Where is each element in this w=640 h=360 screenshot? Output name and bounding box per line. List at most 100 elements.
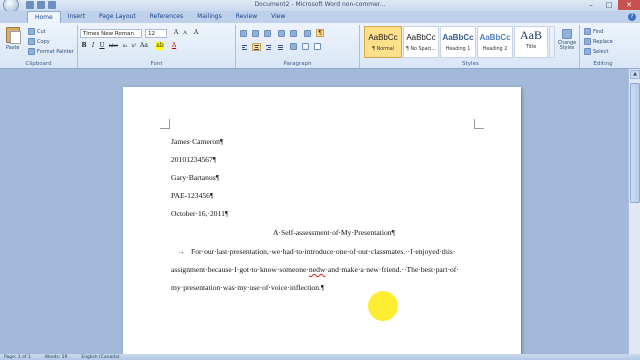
styles-scroll[interactable]	[549, 26, 555, 58]
help-icon[interactable]: ?	[628, 13, 636, 21]
tab-page-layout[interactable]: Page Layout	[92, 11, 143, 23]
ribbon: Paste Cut Copy Format Painter Clipboard …	[0, 23, 640, 69]
underline-icon[interactable]: U	[98, 42, 106, 50]
multilevel-list-icon[interactable]	[264, 30, 271, 37]
line-spacing-icon[interactable]	[290, 43, 297, 50]
student-id-line[interactable]: 20101234567¶	[171, 155, 216, 164]
change-styles-icon	[562, 29, 572, 39]
copy-icon	[28, 38, 35, 45]
date-line[interactable]: October·16,·2011¶	[171, 209, 228, 218]
scissors-icon	[28, 28, 35, 35]
paragraph-line-1-text: For·our·last·presentation,·we·had·to·int…	[191, 247, 456, 256]
find-label: Find	[593, 28, 604, 35]
change-case-icon[interactable]: Aa	[140, 42, 148, 50]
find-button[interactable]: Find	[584, 28, 603, 35]
italic-icon[interactable]: I	[89, 42, 97, 50]
scroll-thumb[interactable]	[630, 83, 640, 203]
binoculars-icon	[584, 28, 591, 35]
decrease-indent-icon[interactable]	[278, 30, 285, 37]
justify-icon[interactable]	[276, 43, 285, 51]
align-center-icon[interactable]	[252, 43, 261, 51]
instructor-line[interactable]: Gary·Bartanus¶	[171, 173, 219, 182]
document-area: James·Cameron¶ 20101234567¶ Gary·Bartanu…	[0, 69, 628, 357]
minimize-button[interactable]: –	[582, 0, 600, 10]
paragraph-line-1[interactable]: → For·our·last·presentation,·we·had·to·in…	[171, 247, 455, 256]
superscript-icon[interactable]: x²	[130, 42, 138, 50]
select-button[interactable]: Select	[584, 48, 608, 55]
paste-button[interactable]: Paste	[6, 45, 20, 51]
align-right-icon[interactable]	[264, 43, 273, 51]
tab-arrow-icon: →	[177, 247, 185, 256]
subscript-icon[interactable]: x₂	[121, 42, 129, 50]
word-count[interactable]: Words: 59	[45, 355, 68, 360]
style-title-sample: AaB	[520, 28, 542, 42]
paragraph-group-label: Paragraph	[283, 61, 312, 67]
style-no-spacing-sample: AaBbCc	[406, 33, 436, 42]
tab-view[interactable]: View	[264, 11, 292, 23]
shrink-font-icon[interactable]: A	[181, 29, 189, 37]
font-size-dropdown[interactable]: 12	[145, 29, 167, 38]
cursor-highlight	[368, 291, 398, 321]
tab-review[interactable]: Review	[229, 11, 264, 23]
show-marks-icon[interactable]: ¶	[316, 29, 324, 37]
replace-icon	[584, 38, 591, 45]
shading-icon[interactable]	[302, 43, 309, 50]
page-count[interactable]: Page: 1 of 1	[4, 355, 31, 360]
cut-button[interactable]: Cut	[28, 28, 46, 35]
scroll-up-button[interactable]: ▲	[630, 70, 640, 79]
font-color-icon[interactable]: A	[170, 42, 178, 50]
format-painter-label: Format Painter	[37, 48, 74, 55]
tab-home[interactable]: Home	[27, 11, 61, 23]
increase-indent-icon[interactable]	[290, 30, 297, 37]
style-no-spacing[interactable]: AaBbCc ¶ No Spaci...	[403, 26, 439, 58]
grow-font-icon[interactable]: A	[172, 29, 180, 37]
language-indicator[interactable]: English (Canada)	[81, 355, 119, 360]
window-title: Document2 - Microsoft Word non-commer...	[254, 1, 386, 8]
misspelled-word[interactable]: nedw	[309, 265, 325, 274]
paragraph-line-3[interactable]: my·presentation·was·my·use·of·voice·infl…	[171, 283, 324, 292]
paragraph-line-2[interactable]: assignment·because·I·got·to·know·someone…	[171, 265, 459, 274]
close-button[interactable]: ✕	[618, 0, 640, 10]
style-heading-1-name: Heading 1	[445, 47, 471, 52]
editing-group-label: Editing	[593, 61, 613, 67]
window-controls: – □ ✕	[582, 0, 640, 10]
select-icon	[584, 48, 591, 55]
crop-mark-top-left	[160, 119, 170, 129]
sort-icon[interactable]	[304, 30, 311, 37]
bold-icon[interactable]: B	[80, 42, 88, 50]
document-page[interactable]: James·Cameron¶ 20101234567¶ Gary·Bartanu…	[123, 87, 521, 357]
tab-insert[interactable]: Insert	[61, 11, 92, 23]
copy-label: Copy	[37, 38, 50, 45]
align-left-icon[interactable]	[240, 43, 249, 51]
font-group-label: Font	[150, 61, 163, 67]
replace-button[interactable]: Replace	[584, 38, 613, 45]
tab-references[interactable]: References	[143, 11, 190, 23]
highlight-color-icon[interactable]: ab	[156, 42, 164, 50]
paragraph-line-2-text-b: ·and·make·a·new·friend.··The·best·part·o…	[325, 265, 459, 274]
style-title[interactable]: AaB Title	[514, 26, 548, 58]
vertical-scrollbar[interactable]: ▲	[628, 69, 640, 354]
style-heading-2[interactable]: AaBbCc Heading 2	[477, 26, 513, 58]
numbering-icon[interactable]	[252, 30, 259, 37]
maximize-button[interactable]: □	[600, 0, 618, 10]
font-name-dropdown[interactable]: Times New Roman	[80, 29, 142, 38]
bullets-icon[interactable]	[240, 30, 247, 37]
course-line[interactable]: PAE-123456¶	[171, 191, 213, 200]
paste-label: Paste	[6, 45, 20, 51]
style-heading-2-name: Heading 2	[482, 47, 508, 52]
styles-group-label: Styles	[462, 61, 479, 67]
change-styles-label: Change Styles	[557, 41, 577, 51]
copy-button[interactable]: Copy	[28, 38, 50, 45]
tab-mailings[interactable]: Mailings	[190, 11, 229, 23]
format-painter-button[interactable]: Format Painter	[28, 48, 74, 55]
status-bar: Page: 1 of 1 Words: 59 English (Canada)	[0, 354, 640, 360]
author-line[interactable]: James·Cameron¶	[171, 137, 223, 146]
borders-icon[interactable]	[314, 43, 321, 50]
paste-icon[interactable]	[6, 27, 21, 44]
change-styles-button[interactable]: Change Styles	[556, 29, 578, 51]
document-title[interactable]: A·Self-assessment·of·My·Presentation¶	[123, 228, 521, 237]
style-heading-1[interactable]: AaBbCc Heading 1	[440, 26, 476, 58]
strikethrough-icon[interactable]: abc	[109, 42, 118, 50]
style-normal[interactable]: AaBbCc ¶ Normal	[364, 26, 402, 58]
clear-format-icon[interactable]: A	[192, 29, 200, 37]
